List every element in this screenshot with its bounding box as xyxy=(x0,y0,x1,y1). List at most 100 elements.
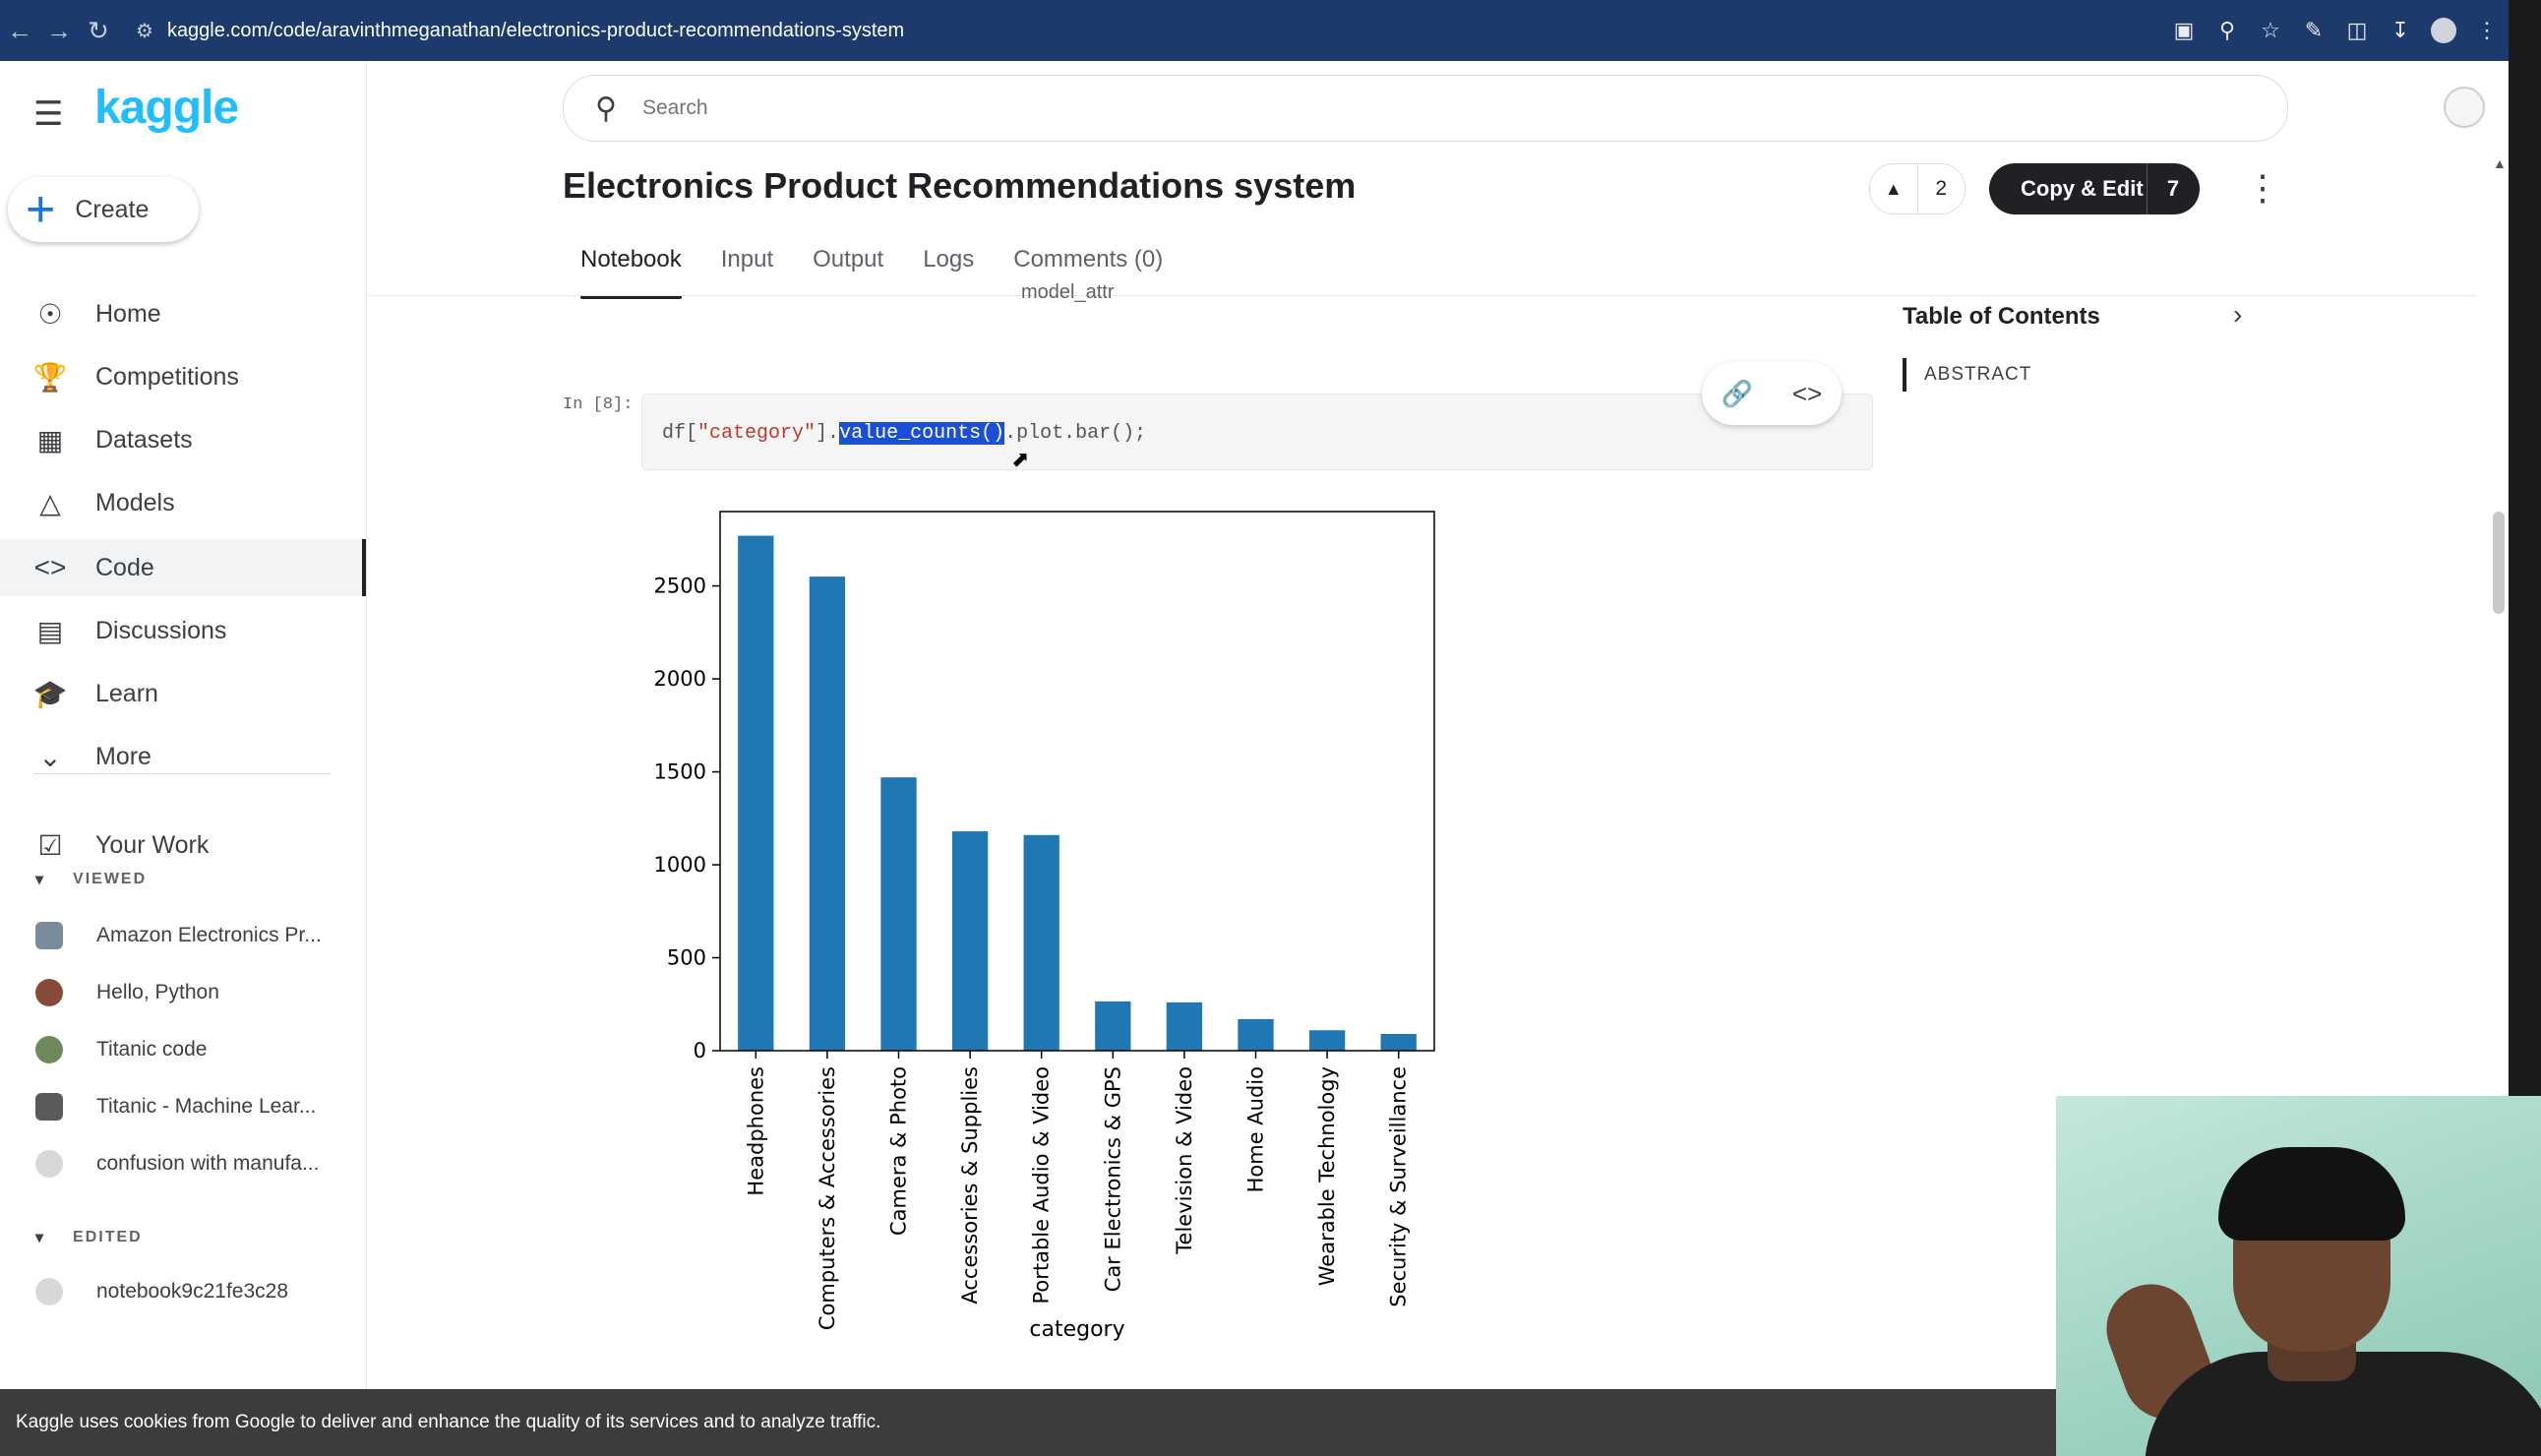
graduation-cap-icon: 🎓 xyxy=(32,678,68,709)
code-text[interactable]: df["category"].value_counts().plot.bar()… xyxy=(662,422,1146,445)
sidebar-item-learn[interactable]: 🎓 Learn xyxy=(0,665,366,722)
profile-avatar[interactable] xyxy=(2431,18,2456,43)
sidebar-item-label: Discussions xyxy=(95,616,227,644)
x-tick-label: Car Electronics & GPS xyxy=(1101,1066,1124,1292)
sidebar-item-your-work[interactable]: ☑ Your Work xyxy=(0,817,366,874)
chart-bar xyxy=(1023,834,1059,1051)
x-tick-label: Headphones xyxy=(744,1066,767,1196)
header-divider xyxy=(368,295,2477,296)
site-settings-icon[interactable]: ⚙ xyxy=(136,19,153,43)
address-bar[interactable]: ⚙ kaggle.com/code/aravinthmeganathan/ele… xyxy=(136,19,904,43)
tab-notebook[interactable]: Notebook xyxy=(563,240,699,299)
install-app-icon[interactable]: ▣ xyxy=(2162,18,2206,43)
upvote-button[interactable]: ▲ 2 xyxy=(1869,163,1966,214)
caret-down-icon: ▾ xyxy=(35,872,46,888)
compass-icon: ☉ xyxy=(37,298,63,330)
category-bar-chart: Headphones Computers & Accessories Camera … xyxy=(654,511,1435,1342)
toc-item[interactable]: ABSTRACT xyxy=(1903,358,2031,392)
sidebar: ☰ kaggle + Create ☉ Home 🏆 Competitions … xyxy=(0,61,367,1389)
your-work-icon: ☑ xyxy=(37,829,63,861)
sidebar-item-label: Competitions xyxy=(95,362,239,391)
sidebar-item-label: Models xyxy=(95,488,175,516)
chevron-down-icon: ⌄ xyxy=(38,741,62,772)
viewed-section-header[interactable]: ▾ VIEWED xyxy=(35,870,147,889)
copy-edit-button[interactable]: Copy & Edit 7 xyxy=(1989,163,2200,214)
thumbnail-image xyxy=(35,979,63,1006)
chart-bar xyxy=(1166,1001,1203,1051)
sidebar-item-code[interactable]: <> Code xyxy=(0,539,366,596)
y-tick-label: 1000 xyxy=(654,853,706,877)
toc-title: Table of Contents xyxy=(1903,303,2100,330)
models-icon: △ xyxy=(39,487,61,518)
url-text: kaggle.com/code/aravinthmeganathan/elect… xyxy=(166,19,905,41)
kaggle-logo[interactable]: kaggle xyxy=(94,81,239,135)
download-icon[interactable]: ↧ xyxy=(2379,18,2422,43)
recent-item[interactable]: Titanic - Machine Lear... xyxy=(0,1082,366,1131)
back-icon[interactable]: ← xyxy=(0,16,39,46)
bookmark-star-icon[interactable]: ☆ xyxy=(2249,18,2292,43)
more-options-icon[interactable]: ⋮ xyxy=(2245,167,2280,209)
hamburger-menu-icon[interactable]: ☰ xyxy=(33,94,63,134)
y-tick-label: 0 xyxy=(694,1039,706,1062)
cookie-banner-text: Kaggle uses cookies from Google to deliv… xyxy=(16,1412,881,1432)
sidebar-item-discussions[interactable]: ▤ Discussions xyxy=(0,602,366,659)
edited-section-header[interactable]: ▾ EDITED xyxy=(35,1228,143,1247)
sidebar-item-more[interactable]: ⌄ More xyxy=(0,728,366,785)
recent-item-label: confusion with manufa... xyxy=(96,1152,320,1175)
y-tick-label: 500 xyxy=(667,946,706,970)
tab-logs[interactable]: Logs xyxy=(905,240,992,295)
search-input[interactable] xyxy=(639,95,2120,121)
thumbnail-image xyxy=(35,1150,63,1178)
code-string: "category" xyxy=(697,422,817,445)
code-suffix: .plot.bar(); xyxy=(1004,422,1147,445)
tab-input[interactable]: Input xyxy=(703,240,791,295)
y-tick-label: 1500 xyxy=(654,760,706,784)
sidebar-item-label: Code xyxy=(95,553,154,581)
sidebar-item-label: Your Work xyxy=(95,830,210,859)
recent-item[interactable]: Amazon Electronics Pr... xyxy=(0,911,366,960)
y-tick-label: 2000 xyxy=(654,667,706,691)
code-cell[interactable]: df["category"].value_counts().plot.bar()… xyxy=(641,394,1873,470)
recent-item[interactable]: notebook9c21fe3c28 xyxy=(0,1267,366,1316)
search-bar[interactable]: ⚲ xyxy=(563,75,2288,142)
recent-item-label: Hello, Python xyxy=(96,981,219,1003)
chart-bar xyxy=(1238,1018,1274,1051)
sidebar-item-home[interactable]: ☉ Home xyxy=(0,285,366,342)
x-axis-label: category xyxy=(1029,1317,1124,1342)
tab-output[interactable]: Output xyxy=(795,240,901,295)
sidebar-divider xyxy=(33,773,331,774)
mouse-cursor-icon: ⬈ xyxy=(1011,447,1030,471)
recent-item[interactable]: confusion with manufa... xyxy=(0,1139,366,1188)
browser-actions: ▣ ⚲ ☆ ✎ ◫ ↧ ⋮ xyxy=(2162,0,2509,61)
recent-item-label: Titanic - Machine Lear... xyxy=(96,1095,317,1118)
thumbnail-image xyxy=(35,922,63,949)
chart-bar xyxy=(1380,1033,1417,1051)
reload-icon[interactable]: ↻ xyxy=(79,16,118,46)
scroll-up-icon[interactable]: ▲ xyxy=(2493,155,2507,171)
forward-icon[interactable]: → xyxy=(39,16,79,46)
scrollbar-thumb[interactable] xyxy=(2493,512,2505,614)
browser-menu-icon[interactable]: ⋮ xyxy=(2465,18,2509,43)
code-toggle-icon[interactable]: <> xyxy=(1792,379,1822,409)
sidebar-item-datasets[interactable]: ▦ Datasets xyxy=(0,411,366,468)
sidebar-item-models[interactable]: △ Models xyxy=(0,474,366,531)
copy-edit-label: Copy & Edit xyxy=(2021,176,2144,201)
user-avatar[interactable] xyxy=(2444,87,2485,128)
zoom-icon[interactable]: ⚲ xyxy=(2206,18,2249,43)
create-button[interactable]: + Create xyxy=(8,177,199,242)
sidebar-item-competitions[interactable]: 🏆 Competitions xyxy=(0,348,366,405)
link-icon[interactable]: 🔗 xyxy=(1722,379,1753,409)
chart-bar xyxy=(880,777,917,1051)
extensions-icon[interactable]: ◫ xyxy=(2335,18,2379,43)
plus-icon: + xyxy=(26,181,56,238)
caret-down-icon: ▾ xyxy=(35,1230,46,1246)
x-tick-label: Camera & Photo xyxy=(887,1066,911,1236)
code-selection: value_counts() xyxy=(839,422,1005,445)
edited-header-label: EDITED xyxy=(73,1229,143,1245)
pen-icon[interactable]: ✎ xyxy=(2292,18,2335,43)
chevron-right-icon[interactable]: › xyxy=(2233,299,2242,331)
recent-item[interactable]: Hello, Python xyxy=(0,968,366,1017)
presenter-hair xyxy=(2218,1147,2405,1241)
recent-item[interactable]: Titanic code xyxy=(0,1025,366,1074)
truncated-output-text: model_attr xyxy=(1021,281,1115,303)
